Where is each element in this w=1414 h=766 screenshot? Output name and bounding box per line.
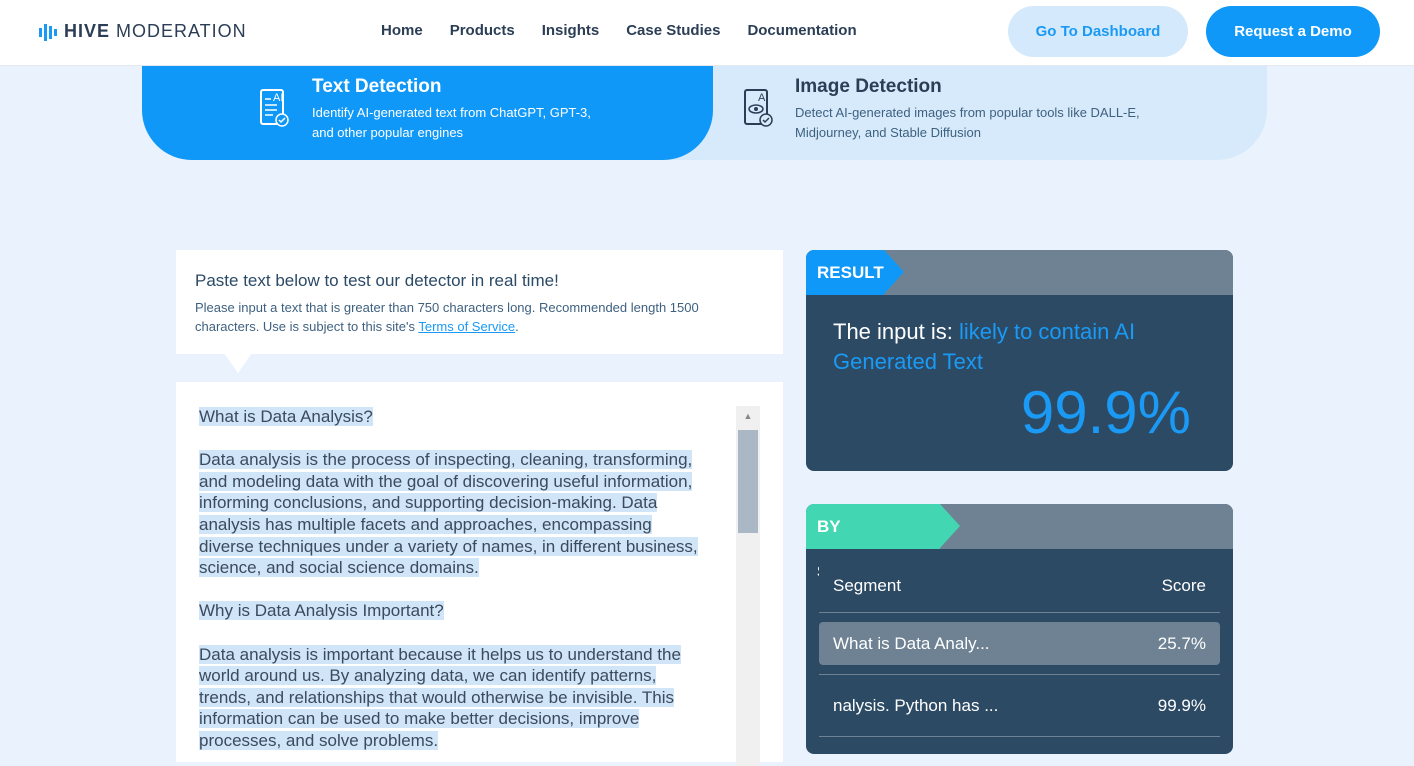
top-nav-bar: HIVE MODERATION Home Products Insights Ca… [0,0,1414,66]
nav-case-studies[interactable]: Case Studies [626,22,720,39]
segments-card-header: BY SEGMENTS [806,504,1233,581]
hive-logo[interactable]: HIVE MODERATION [38,21,247,42]
scroll-thumb[interactable] [738,430,758,533]
selected-text: and modeling data with the goal of disco… [199,471,693,491]
editor-scrollbar[interactable]: ▲ [736,406,760,766]
segment-score: 99.9% [1157,695,1206,715]
selected-text: world around us. By analyzing data, we c… [199,666,657,686]
segment-row[interactable]: nalysis. Python has ... 99.9% [819,675,1220,737]
text-line: science, and social science domains. [199,557,739,579]
text-line: trends, and relationships that would oth… [199,687,739,709]
segment-text: What is Data Analy... [833,633,990,653]
text-line: information can be used to make better d… [199,708,739,730]
nav-home[interactable]: Home [381,22,423,39]
logo-text: MODERATION [116,21,247,41]
selected-text: informing conclusions, and supporting de… [199,493,658,513]
detection-tabs: AI Image Detection Detect AI-generated i… [142,60,1267,160]
result-percentage: 99.9% [1020,379,1191,446]
segments-badge: BY SEGMENTS [806,504,960,581]
result-badge: RESULT [806,250,904,295]
selected-text: What is Data Analysis? [199,407,373,426]
selected-text: processes, and solve problems. [199,730,439,750]
segments-card: BY SEGMENTS Segment Score What is Data An… [806,504,1233,754]
instructions-text: Please input a text that is greater than… [195,298,755,336]
selected-text: Why is Data Analysis Important? [199,601,444,621]
selected-text: science, and social science domains. [199,558,479,578]
svg-text:AI: AI [273,92,283,104]
result-verdict: The input is: likely to contain AI Gener… [833,317,1193,377]
scroll-up-icon[interactable]: ▲ [736,406,760,426]
segment-text: nalysis. Python has ... [833,695,999,715]
nav-documentation[interactable]: Documentation [747,22,856,39]
selected-text: analysis has multiple facets and approac… [199,514,652,534]
tab-text-detection[interactable]: AI Text Detection Identify AI-generated … [142,60,713,160]
text-line: Data analysis is important because it he… [199,644,739,666]
verdict-prefix: The input is: [833,319,959,344]
selected-text: Data analysis is the process of inspecti… [199,450,693,470]
text-line: What is Data Analysis? [199,406,739,428]
tab-description: Identify AI-generated text from ChatGPT,… [312,105,591,140]
tab-title: Text Detection [312,76,442,97]
text-line: informing conclusions, and supporting de… [199,492,739,514]
text-line: Data analysis is the process of inspecti… [199,449,739,471]
main-nav: Home Products Insights Case Studies Docu… [381,22,857,39]
text-input-area[interactable]: What is Data Analysis? Data analysis is t… [176,382,783,766]
ai-text-document-icon: AI [260,89,289,127]
go-to-dashboard-button[interactable]: Go To Dashboard [1008,6,1188,57]
text-line: analysis has multiple facets and approac… [199,514,739,536]
result-card: RESULT The input is: likely to contain A… [806,250,1233,471]
logo-bars-icon [39,23,57,41]
column-score: Score [1161,576,1206,595]
instructions-period: . [515,319,519,334]
input-text[interactable]: What is Data Analysis? Data analysis is t… [199,406,739,752]
selected-text: trends, and relationships that would oth… [199,687,675,707]
text-line: diverse techniques under a variety of na… [199,536,739,558]
request-demo-button[interactable]: Request a Demo [1206,6,1380,57]
column-segment: Segment [833,576,902,595]
tab-description: Detect AI-generated images from popular … [795,105,1140,140]
segments-table-header: Segment Score [819,549,1220,613]
result-card-header: RESULT [806,250,1233,295]
text-line: world around us. By analyzing data, we c… [199,665,739,687]
ai-image-eye-icon: AI [744,89,773,127]
tab-title: Image Detection [795,76,942,97]
text-line: and modeling data with the goal of disco… [199,471,739,493]
input-instructions: Paste text below to test our detector in… [176,250,783,354]
text-line: processes, and solve problems. [199,730,739,752]
segment-row[interactable]: What is Data Analy... 25.7% [819,613,1220,675]
selected-text: diverse techniques under a variety of na… [199,536,698,556]
selected-text: information can be used to make better d… [199,709,640,729]
nav-insights[interactable]: Insights [542,22,600,39]
terms-of-service-link[interactable]: Terms of Service [418,319,515,334]
text-line: Why is Data Analysis Important? [199,600,739,622]
speech-notch [224,353,252,373]
nav-products[interactable]: Products [450,22,515,39]
svg-text:AI: AI [758,92,768,104]
instructions-heading: Paste text below to test our detector in… [195,271,559,290]
segment-score: 25.7% [1157,633,1206,653]
selected-text: Data analysis is important because it he… [199,644,681,664]
logo-text-bold: HIVE [64,21,111,41]
